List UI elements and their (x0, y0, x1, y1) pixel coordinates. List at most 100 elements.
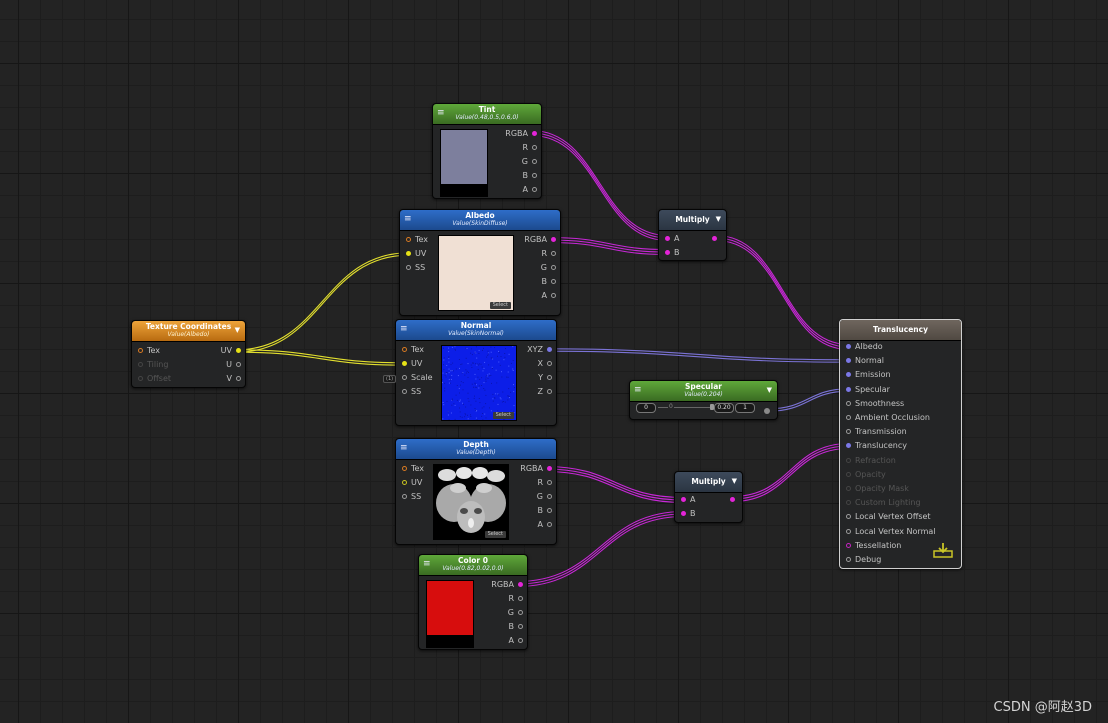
input-pin[interactable] (846, 400, 851, 406)
input-pin[interactable] (138, 348, 143, 353)
albedo-node-header[interactable]: ≡ Albedo Value(SkinDiffuse) (400, 210, 560, 231)
input-pin[interactable] (846, 386, 851, 392)
output-pin[interactable] (730, 497, 735, 502)
multiply-node-top[interactable]: Multiply ▼ AB (658, 209, 727, 261)
input-pin[interactable] (665, 236, 670, 241)
output-pin[interactable] (551, 237, 556, 242)
output-pin[interactable] (551, 251, 556, 256)
output-pin[interactable] (547, 508, 552, 513)
output-port-rgba[interactable]: RGBA (512, 462, 552, 476)
input-pin[interactable] (138, 376, 143, 381)
input-pin[interactable] (406, 237, 411, 242)
input-pin[interactable] (402, 466, 407, 471)
specular-node[interactable]: ≡ Specular Value(0.204) ▼ 0 0 0.20 1 (629, 380, 778, 420)
output-pin[interactable] (712, 236, 717, 241)
normal-node-header[interactable]: ≡ Normal Value(SkinNormal) (396, 320, 556, 341)
wire-depth-to-multiply[interactable] (544, 465, 685, 504)
output-port-a[interactable]: A (483, 634, 523, 648)
input-pin[interactable] (402, 361, 407, 366)
input-pin[interactable] (846, 415, 851, 420)
output-pin[interactable] (236, 362, 241, 367)
depth-node[interactable]: ≡ Depth Value(Depth) Tex UV SS Select RGBA… (395, 438, 557, 545)
output-pin[interactable] (764, 408, 770, 414)
output-port-r[interactable]: R (516, 247, 556, 261)
output-pin[interactable] (518, 624, 523, 629)
translucency-header[interactable]: Translucency (840, 320, 961, 341)
output-pin[interactable] (547, 375, 552, 380)
output-port-uv[interactable]: UV (201, 344, 241, 358)
multiply-header[interactable]: Multiply ▼ (675, 472, 742, 493)
output-pin[interactable] (236, 348, 241, 353)
color-swatch[interactable] (426, 580, 474, 648)
input-pin[interactable] (406, 251, 411, 256)
menu-icon[interactable]: ≡ (437, 109, 445, 118)
output-port-rgba[interactable]: RGBA (497, 127, 537, 141)
input-pin[interactable] (846, 500, 851, 506)
dropdown-arrow-icon[interactable]: ▼ (716, 215, 721, 223)
tint-node[interactable]: ≡ Tint Value(0.48,0.5,0.6,0) RGBA R G B A (432, 103, 542, 199)
input-pin[interactable] (846, 514, 851, 520)
max-value-field[interactable]: 1 (735, 403, 755, 413)
output-pin[interactable] (236, 376, 241, 381)
wire-normal-to-output[interactable] (544, 348, 850, 363)
wire-specular-to-output[interactable] (767, 388, 850, 412)
select-button[interactable]: Select (489, 302, 511, 309)
output-port-a[interactable]: A (516, 289, 556, 303)
output-pin[interactable] (547, 494, 552, 499)
multiply-node-bottom[interactable]: Multiply ▼ AB (674, 471, 743, 523)
depth-node-header[interactable]: ≡ Depth Value(Depth) (396, 439, 556, 460)
output-pin[interactable] (532, 173, 537, 178)
multiply-header[interactable]: Multiply ▼ (659, 210, 726, 231)
input-pin[interactable] (665, 250, 670, 255)
output-pin[interactable] (551, 293, 556, 298)
output-pin[interactable] (518, 582, 523, 587)
output-pin[interactable] (518, 610, 523, 615)
albedo-node[interactable]: ≡ Albedo Value(SkinDiffuse) Tex UV SS Sele… (399, 209, 561, 316)
tint-node-header[interactable]: ≡ Tint Value(0.48,0.5,0.6,0) (433, 104, 541, 125)
texture-preview[interactable]: Select (433, 464, 509, 540)
dropdown-arrow-icon[interactable]: ▼ (235, 326, 240, 334)
output-pin[interactable] (547, 389, 552, 394)
input-pin[interactable] (846, 344, 851, 349)
output-port-g[interactable]: G (497, 155, 537, 169)
scale-value-field[interactable]: (1) (383, 375, 397, 383)
output-port-b[interactable]: B (483, 620, 523, 634)
wire-multiply-to-albedo-input[interactable] (715, 234, 850, 351)
input-pin[interactable] (846, 457, 851, 463)
wire-albedo-to-multiply[interactable] (548, 236, 669, 256)
dropdown-arrow-icon[interactable]: ▼ (732, 477, 737, 485)
normal-node[interactable]: ≡ Normal Value(SkinNormal) Tex UV Scale SS … (395, 319, 557, 426)
wire-uv-to-albedo[interactable] (235, 252, 410, 353)
input-pin[interactable] (402, 347, 407, 352)
output-port-v[interactable]: V (201, 372, 241, 386)
output-pin[interactable] (532, 187, 537, 192)
output-port-u[interactable]: U (201, 358, 241, 372)
color0-node-header[interactable]: ≡ Color 0 Value(0.82,0.02,0.0) (419, 555, 527, 576)
texture-preview[interactable]: Select (441, 345, 517, 421)
output-port-z[interactable]: Z (512, 385, 552, 399)
menu-icon[interactable]: ≡ (423, 560, 431, 569)
output-pin[interactable] (518, 596, 523, 601)
output-port-g[interactable]: G (516, 261, 556, 275)
output-port-rgba[interactable]: RGBA (516, 233, 556, 247)
color-swatch[interactable] (440, 129, 488, 197)
input-pin[interactable] (406, 265, 411, 270)
output-pin[interactable] (532, 159, 537, 164)
current-value-field[interactable]: 0.20 (714, 403, 734, 413)
output-port-r[interactable]: R (512, 476, 552, 490)
specular-node-header[interactable]: ≡ Specular Value(0.204) ▼ (630, 381, 777, 402)
input-pin[interactable] (846, 429, 851, 435)
output-port-r[interactable]: R (483, 592, 523, 606)
input-pin[interactable] (846, 471, 851, 477)
output-port-y[interactable]: Y (512, 371, 552, 385)
input-pin[interactable] (138, 362, 143, 367)
output-pin[interactable] (551, 265, 556, 270)
input-pin[interactable] (846, 542, 851, 548)
menu-icon[interactable]: ≡ (400, 444, 408, 453)
output-pin[interactable] (551, 279, 556, 284)
wire-multiply-to-translucency[interactable] (731, 442, 850, 503)
input-pin[interactable] (402, 375, 407, 380)
input-pin[interactable] (681, 511, 686, 516)
input-pin[interactable] (402, 494, 407, 499)
texture-coordinates-header[interactable]: Texture Coordinates Value(Albedo) ▼ (132, 321, 245, 342)
